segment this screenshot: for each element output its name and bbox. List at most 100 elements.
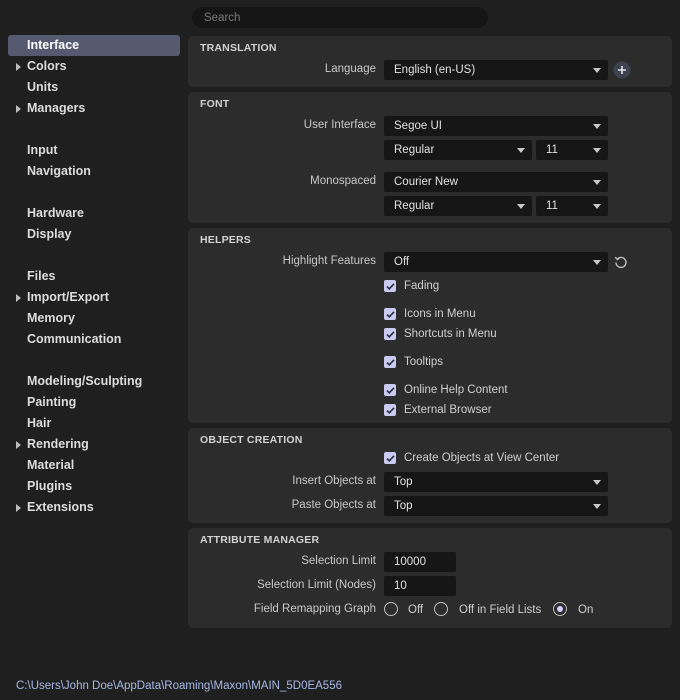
sidebar-item-label: Colors [27, 59, 67, 73]
translation-panel: TRANSLATION Language English (en-US) [188, 36, 672, 87]
helpers-panel: HELPERS Highlight Features Off Fading Ic… [188, 228, 672, 423]
ui-font-family-dropdown[interactable]: Segoe UI [384, 116, 608, 136]
section-title: HELPERS [200, 234, 251, 246]
language-value: English (en-US) [394, 64, 476, 76]
section-title: ATTRIBUTE MANAGER [200, 534, 320, 546]
expand-arrow-icon[interactable] [16, 441, 21, 449]
search-input[interactable]: Search [192, 7, 488, 28]
remap-on-radio[interactable] [553, 602, 567, 616]
sidebar-item-label: Hardware [27, 206, 84, 220]
preferences-folder-link[interactable]: C:\Users\John Doe\AppData\Roaming\Maxon\… [16, 680, 342, 692]
ui-font-style-dropdown[interactable]: Regular [384, 140, 532, 160]
selection-limit-value: 10000 [394, 556, 426, 568]
shortcuts-in-menu-checkbox[interactable] [384, 328, 396, 340]
fading-checkbox[interactable] [384, 280, 396, 292]
selection-limit-nodes-label: Selection Limit (Nodes) [257, 579, 376, 591]
highlight-features-dropdown[interactable]: Off [384, 252, 608, 272]
caret-down-icon [593, 504, 601, 509]
sidebar-item-extensions[interactable]: Extensions [8, 497, 180, 518]
caret-down-icon [593, 260, 601, 265]
view-center-checkbox[interactable] [384, 452, 396, 464]
check-icon [385, 454, 395, 462]
sidebar-item-interface[interactable]: Interface [8, 35, 180, 56]
online-help-content-checkbox[interactable] [384, 384, 396, 396]
sidebar-item-label: Interface [27, 38, 80, 52]
caret-down-icon [593, 180, 601, 185]
sidebar-item-input[interactable]: Input [8, 140, 180, 161]
highlight-features-value: Off [394, 256, 410, 268]
sidebar-item-label: Display [27, 227, 72, 241]
sidebar: Interface Colors Units Managers Input Na… [8, 35, 180, 518]
icons-in-menu-label: Icons in Menu [404, 308, 476, 320]
sidebar-item-communication[interactable]: Communication [8, 329, 180, 350]
sidebar-item-hardware[interactable]: Hardware [8, 203, 180, 224]
paste-objects-dropdown[interactable]: Top [384, 496, 608, 516]
selection-limit-input[interactable]: 10000 [384, 552, 456, 572]
icons-in-menu-checkbox[interactable] [384, 308, 396, 320]
insert-objects-dropdown[interactable]: Top [384, 472, 608, 492]
ui-font-size-value: 11 [546, 144, 558, 156]
remap-off-in-field-lists-radio[interactable] [434, 602, 448, 616]
mono-font-style-value: Regular [394, 200, 435, 212]
sidebar-item-memory[interactable]: Memory [8, 308, 180, 329]
expand-arrow-icon[interactable] [16, 105, 21, 113]
sidebar-item-modeling-sculpting[interactable]: Modeling/Sculpting [8, 371, 180, 392]
sidebar-item-label: Communication [27, 332, 122, 346]
sidebar-item-label: Plugins [27, 479, 73, 493]
sidebar-item-plugins[interactable]: Plugins [8, 476, 180, 497]
mono-font-family-dropdown[interactable]: Courier New [384, 172, 608, 192]
section-title: FONT [200, 98, 230, 110]
sidebar-item-files[interactable]: Files [8, 266, 180, 287]
remap-off-radio[interactable] [384, 602, 398, 616]
tooltips-checkbox[interactable] [384, 356, 396, 368]
caret-down-icon [593, 204, 601, 209]
reset-icon[interactable] [614, 255, 628, 269]
sidebar-item-display[interactable]: Display [8, 224, 180, 245]
mono-font-style-dropdown[interactable]: Regular [384, 196, 532, 216]
plus-icon[interactable] [613, 61, 631, 79]
sidebar-item-label: Navigation [27, 164, 91, 178]
expand-arrow-icon[interactable] [16, 63, 21, 71]
caret-down-icon [593, 124, 601, 129]
ui-font-size-dropdown[interactable]: 11 [536, 140, 608, 160]
tooltips-label: Tooltips [404, 356, 443, 368]
caret-down-icon [593, 68, 601, 73]
sidebar-item-units[interactable]: Units [8, 77, 180, 98]
caret-down-icon [593, 480, 601, 485]
sidebar-item-label: Extensions [27, 500, 94, 514]
sidebar-item-label: Painting [27, 395, 77, 409]
expand-arrow-icon[interactable] [16, 294, 21, 302]
monospaced-label: Monospaced [310, 175, 376, 187]
selection-limit-label: Selection Limit [301, 555, 376, 567]
external-browser-checkbox[interactable] [384, 404, 396, 416]
check-icon [385, 358, 395, 366]
selection-limit-nodes-input[interactable]: 10 [384, 576, 456, 596]
sidebar-item-label: Input [27, 143, 58, 157]
sidebar-item-rendering[interactable]: Rendering [8, 434, 180, 455]
mono-font-size-dropdown[interactable]: 11 [536, 196, 608, 216]
sidebar-item-import-export[interactable]: Import/Export [8, 287, 180, 308]
fading-label: Fading [404, 280, 440, 292]
remap-on-label: On [578, 604, 594, 616]
sidebar-item-label: Units [27, 80, 59, 94]
font-panel: FONT User Interface Segoe UI Regular 11 … [188, 92, 672, 223]
paste-objects-value: Top [394, 500, 413, 512]
sidebar-item-colors[interactable]: Colors [8, 56, 180, 77]
shortcuts-in-menu-label: Shortcuts in Menu [404, 328, 497, 340]
check-icon [385, 310, 395, 318]
sidebar-item-hair[interactable]: Hair [8, 413, 180, 434]
ui-font-style-value: Regular [394, 144, 435, 156]
sidebar-item-label: Rendering [27, 437, 89, 451]
sidebar-item-material[interactable]: Material [8, 455, 180, 476]
insert-objects-value: Top [394, 476, 413, 488]
section-title: OBJECT CREATION [200, 434, 303, 446]
sidebar-item-managers[interactable]: Managers [8, 98, 180, 119]
user-interface-label: User Interface [303, 119, 376, 131]
sidebar-item-navigation[interactable]: Navigation [8, 161, 180, 182]
check-icon [385, 406, 395, 414]
language-dropdown[interactable]: English (en-US) [384, 60, 608, 80]
expand-arrow-icon[interactable] [16, 504, 21, 512]
insert-objects-label: Insert Objects at [292, 475, 376, 487]
sidebar-item-painting[interactable]: Painting [8, 392, 180, 413]
sidebar-item-label: Hair [27, 416, 52, 430]
